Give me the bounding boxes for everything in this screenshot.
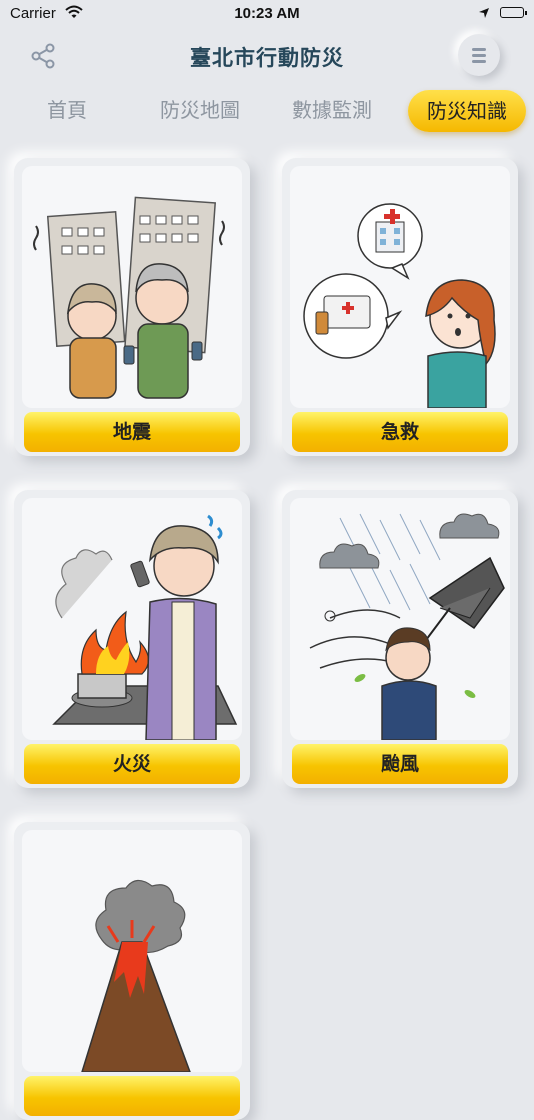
card-fire[interactable]: 火災	[14, 490, 250, 788]
status-time: 10:23 AM	[234, 5, 300, 22]
page-title: 臺北市行動防災	[190, 46, 344, 70]
knowledge-grid: 地震 急救 火災 颱風	[0, 150, 534, 1120]
typhoon-illustration	[290, 498, 510, 740]
card-label: 火災	[24, 744, 240, 784]
card-volcano[interactable]	[14, 822, 250, 1120]
card-label	[24, 1076, 240, 1116]
status-bar: Carrier 10:23 AM	[0, 0, 534, 28]
card-label: 颱風	[292, 744, 508, 784]
card-first-aid[interactable]: 急救	[282, 158, 518, 456]
card-label: 急救	[292, 412, 508, 452]
nav-bar: 臺北市行動防災	[0, 28, 534, 84]
tab-data-monitoring[interactable]: 數據監測	[280, 88, 384, 132]
earthquake-illustration	[22, 166, 242, 408]
menu-icon	[472, 47, 486, 51]
volcano-illustration	[22, 830, 242, 1072]
card-typhoon[interactable]: 颱風	[282, 490, 518, 788]
fire-illustration	[22, 498, 242, 740]
location-arrow-icon	[478, 6, 490, 23]
menu-button[interactable]	[458, 34, 500, 76]
tab-home[interactable]: 首頁	[30, 88, 104, 132]
tab-bar: 首頁 防災地圖 數據監測 防災知識	[0, 88, 534, 134]
tab-disaster-knowledge[interactable]: 防災知識	[408, 90, 526, 132]
card-label: 地震	[24, 412, 240, 452]
card-earthquake[interactable]: 地震	[14, 158, 250, 456]
battery-icon	[500, 7, 527, 18]
tab-disaster-map[interactable]: 防災地圖	[148, 88, 252, 132]
first-aid-illustration	[290, 166, 510, 408]
